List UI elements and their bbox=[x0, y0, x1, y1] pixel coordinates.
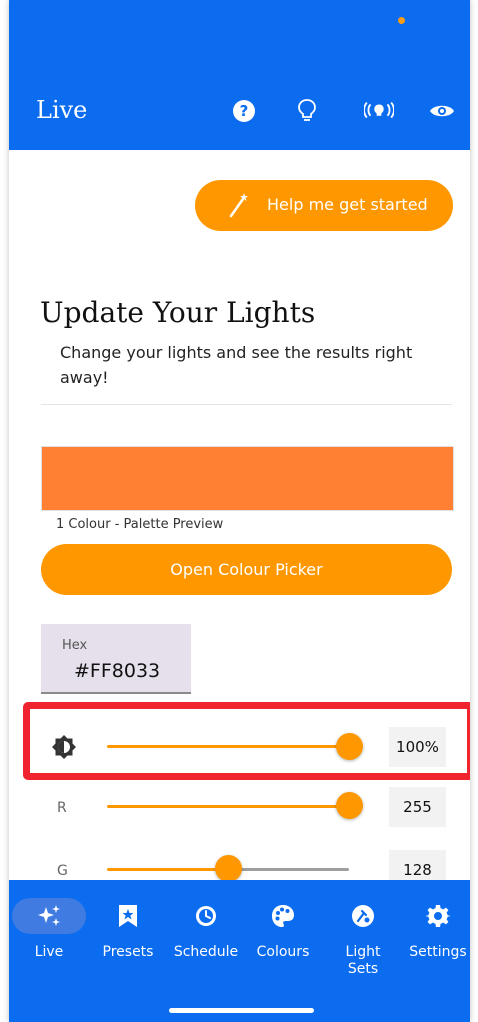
svg-text:?: ? bbox=[240, 102, 249, 120]
page-title: Live bbox=[36, 96, 88, 124]
palette-icon bbox=[246, 898, 320, 934]
palette-preview[interactable] bbox=[41, 446, 454, 511]
highlight-box bbox=[23, 702, 470, 780]
hex-field[interactable]: Hex #FF8033 bbox=[41, 624, 191, 694]
hex-field-label: Hex bbox=[62, 638, 88, 653]
green-slider-thumb[interactable] bbox=[214, 855, 242, 882]
magic-wand-icon bbox=[228, 192, 250, 222]
status-indicator-dot bbox=[398, 17, 405, 24]
palette-preview-label: 1 Colour - Palette Preview bbox=[56, 517, 224, 532]
app-bar: Live ? bbox=[9, 0, 470, 150]
nav-item-settings[interactable]: Settings bbox=[401, 898, 470, 961]
open-colour-picker-button[interactable]: Open Colour Picker bbox=[41, 544, 452, 595]
red-slider-label: R bbox=[57, 800, 67, 816]
hex-field-value[interactable]: #FF8033 bbox=[74, 660, 160, 682]
sparkles-icon bbox=[12, 898, 86, 934]
home-indicator[interactable] bbox=[169, 1008, 314, 1013]
red-value[interactable]: 255 bbox=[389, 787, 446, 827]
section-title: Update Your Lights bbox=[40, 296, 316, 329]
nav-item-light-sets[interactable]: Light Sets bbox=[326, 898, 400, 978]
bulb-icon[interactable] bbox=[292, 96, 322, 126]
bookmark-star-icon bbox=[91, 898, 165, 934]
nav-label-schedule: Schedule bbox=[173, 944, 239, 960]
nav-item-presets[interactable]: Presets bbox=[91, 898, 165, 961]
light-sets-icon bbox=[326, 898, 400, 934]
nav-label-light-sets: Light Sets bbox=[345, 944, 381, 977]
help-icon[interactable]: ? bbox=[229, 96, 259, 126]
gear-icon bbox=[401, 898, 470, 934]
help-button-label: Help me get started bbox=[267, 195, 428, 214]
nav-label-settings: Settings bbox=[409, 944, 467, 960]
bottom-navigation: Live Presets Schedule Colours Light Sets… bbox=[9, 880, 470, 1022]
red-slider-thumb[interactable] bbox=[335, 792, 363, 819]
clock-icon bbox=[169, 898, 243, 934]
divider bbox=[41, 404, 452, 405]
app-frame: Live ? Help me get started Update Your L… bbox=[9, 0, 470, 1022]
nav-label-presets: Presets bbox=[102, 944, 154, 960]
eye-icon[interactable] bbox=[427, 96, 457, 126]
nav-label-live: Live bbox=[34, 944, 64, 960]
nav-label-colours: Colours bbox=[256, 944, 310, 960]
nav-item-colours[interactable]: Colours bbox=[246, 898, 320, 961]
broadcast-icon[interactable] bbox=[364, 96, 394, 126]
help-me-get-started-button[interactable]: Help me get started bbox=[195, 180, 453, 231]
nav-item-live[interactable]: Live bbox=[12, 898, 86, 961]
section-subtitle: Change your lights and see the results r… bbox=[60, 343, 413, 387]
green-slider-label: G bbox=[57, 863, 68, 879]
red-slider-row: R 255 bbox=[9, 784, 470, 834]
nav-item-schedule[interactable]: Schedule bbox=[169, 898, 243, 961]
red-slider-track[interactable] bbox=[107, 805, 349, 808]
